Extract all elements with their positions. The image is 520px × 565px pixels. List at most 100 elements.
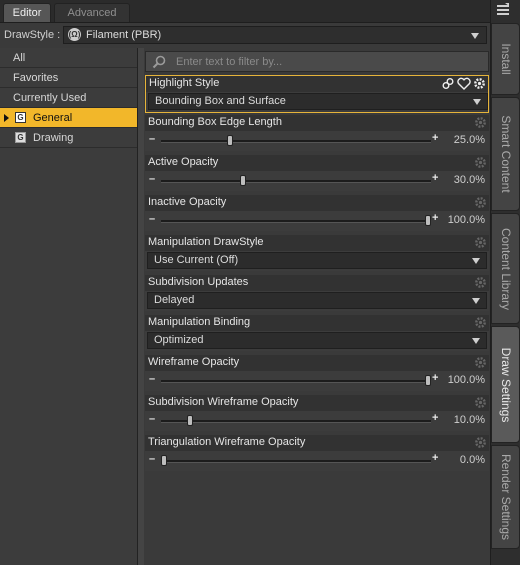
category-label: Drawing	[33, 132, 74, 144]
category-item-general[interactable]: G General	[0, 108, 137, 128]
slider-value[interactable]: 10.0%	[454, 414, 485, 426]
property-body: – +100.0%	[145, 371, 489, 391]
property-body: – +25.0%	[145, 131, 489, 151]
category-label: Currently Used	[13, 92, 87, 104]
increment-button[interactable]: +	[432, 132, 438, 144]
side-tab-content-library[interactable]: Content Library	[491, 213, 520, 324]
gear-icon[interactable]	[474, 436, 487, 449]
slider-value[interactable]: 0.0%	[460, 454, 485, 466]
side-tab-label: Render Settings	[498, 453, 513, 541]
gear-icon[interactable]	[474, 236, 487, 249]
drawstyle-label: DrawStyle :	[4, 29, 61, 41]
slider-knob[interactable]	[425, 375, 431, 386]
category-item-drawing[interactable]: G Drawing	[0, 128, 137, 148]
slider-track[interactable]	[161, 140, 431, 143]
slider-track[interactable]	[161, 460, 431, 463]
property-body: Optimized	[145, 331, 489, 351]
slider-track[interactable]	[161, 380, 431, 383]
category-label: Favorites	[13, 72, 59, 84]
decrement-button[interactable]: –	[149, 213, 155, 225]
category-label: General	[33, 112, 73, 124]
property-title: Inactive Opacity	[148, 196, 227, 208]
slider-value[interactable]: 30.0%	[454, 174, 485, 186]
side-tab-install[interactable]: Install	[491, 23, 520, 95]
property-title: Bounding Box Edge Length	[148, 116, 282, 128]
gear-icon[interactable]	[474, 396, 487, 409]
favorite-heart-icon[interactable]	[457, 77, 471, 90]
chevron-down-icon	[473, 99, 481, 105]
link-icon[interactable]	[442, 77, 454, 90]
gear-icon[interactable]	[474, 276, 487, 289]
side-tab-label: Smart Content	[498, 115, 513, 193]
slider-knob[interactable]	[227, 135, 233, 146]
panel-divider[interactable]	[138, 48, 144, 565]
property-body: – +0.0%	[145, 451, 489, 471]
category-item-all[interactable]: All	[0, 48, 137, 68]
property-body: – +30.0%	[145, 171, 489, 191]
increment-button[interactable]: +	[432, 372, 438, 384]
property-dropdown[interactable]: Bounding Box and Surface	[148, 93, 488, 110]
increment-button[interactable]: +	[432, 172, 438, 184]
slider-knob[interactable]	[161, 455, 167, 466]
filament-icon: (Ω)	[68, 28, 81, 41]
decrement-button[interactable]: –	[149, 173, 155, 185]
property-wireframe-opacity: Wireframe Opacity – +100.0%	[145, 355, 489, 393]
filter-box	[145, 51, 489, 72]
filter-input[interactable]	[176, 53, 486, 70]
slider-knob[interactable]	[240, 175, 247, 186]
increment-button[interactable]: +	[432, 412, 438, 424]
tab-advanced[interactable]: Advanced	[54, 3, 130, 22]
property-title: Active Opacity	[148, 156, 219, 168]
category-item-currently-used[interactable]: Currently Used	[0, 88, 137, 108]
property-dropdown[interactable]: Optimized	[147, 332, 487, 349]
slider-track[interactable]	[161, 180, 431, 183]
property-title: Triangulation Wireframe Opacity	[148, 436, 306, 448]
side-tab-smart-content[interactable]: Smart Content	[491, 97, 520, 211]
property-dropdown[interactable]: Delayed	[147, 292, 487, 309]
property-subdivision-updates: Subdivision Updates Delayed	[145, 275, 489, 313]
gear-icon[interactable]	[474, 116, 487, 129]
side-tab-label: Draw Settings	[498, 347, 513, 422]
panel-tab-bar: Editor Advanced	[0, 0, 490, 23]
property-body: Delayed	[145, 291, 489, 311]
property-dropdown[interactable]: Use Current (Off)	[147, 252, 487, 269]
drawstyle-select[interactable]: (Ω) Filament (PBR)	[63, 26, 487, 44]
panel-menu-icon[interactable]	[496, 3, 510, 17]
property-header: Manipulation DrawStyle	[145, 235, 489, 251]
side-tab-draw-settings[interactable]: Draw Settings	[491, 326, 520, 443]
gear-icon[interactable]	[474, 196, 487, 209]
tab-editor[interactable]: Editor	[3, 3, 51, 22]
property-title: Highlight Style	[149, 77, 220, 89]
chevron-down-icon	[472, 338, 480, 344]
decrement-button[interactable]: –	[149, 373, 155, 385]
gear-icon[interactable]	[474, 316, 487, 329]
slider-value[interactable]: 100.0%	[448, 374, 485, 386]
slider-value[interactable]: 100.0%	[448, 214, 485, 226]
expand-arrow-icon	[4, 114, 9, 122]
gear-icon[interactable]	[474, 356, 487, 369]
slider-value[interactable]: 25.0%	[454, 134, 485, 146]
property-title: Subdivision Wireframe Opacity	[148, 396, 299, 408]
dropdown-value: Use Current (Off)	[154, 254, 239, 266]
slider-track[interactable]	[161, 220, 431, 223]
slider-track[interactable]	[161, 420, 431, 423]
property-title: Manipulation Binding	[148, 316, 251, 328]
dropdown-value: Bounding Box and Surface	[155, 95, 286, 107]
decrement-button[interactable]: –	[149, 413, 155, 425]
gear-icon[interactable]	[474, 156, 487, 169]
side-tab-render-settings[interactable]: Render Settings	[491, 445, 520, 549]
increment-button[interactable]: +	[432, 212, 438, 224]
property-body: – +100.0%	[145, 211, 489, 231]
property-header: Subdivision Updates	[145, 275, 489, 291]
property-body: – +10.0%	[145, 411, 489, 431]
increment-button[interactable]: +	[432, 452, 438, 464]
decrement-button[interactable]: –	[149, 453, 155, 465]
slider-knob[interactable]	[187, 415, 194, 426]
slider-knob[interactable]	[425, 215, 431, 226]
property-title: Manipulation DrawStyle	[148, 236, 264, 248]
gear-icon[interactable]	[473, 77, 486, 90]
dropdown-value: Delayed	[154, 294, 195, 306]
property-header: Triangulation Wireframe Opacity	[145, 435, 489, 451]
category-item-favorites[interactable]: Favorites	[0, 68, 137, 88]
decrement-button[interactable]: –	[149, 133, 155, 145]
